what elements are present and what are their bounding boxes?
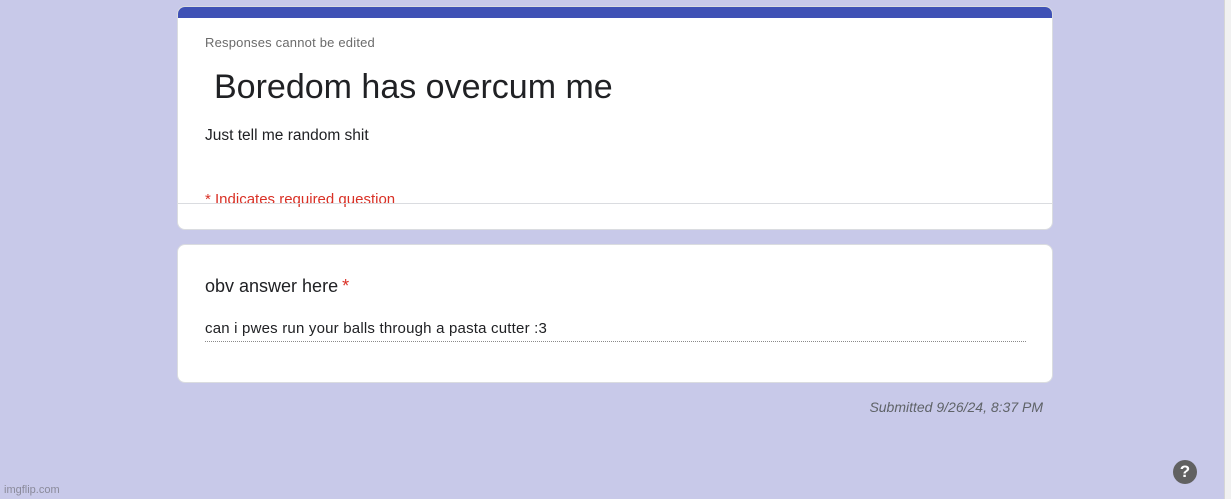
header-accent-bar bbox=[178, 7, 1052, 18]
form-description: Just tell me random shit bbox=[205, 127, 369, 144]
submitted-timestamp: Submitted 9/26/24, 8:37 PM bbox=[869, 399, 1043, 415]
answer-underline bbox=[205, 341, 1026, 342]
responses-locked-notice: Responses cannot be edited bbox=[205, 35, 375, 50]
question-card: obv answer here * can i pwes run your bal… bbox=[177, 244, 1053, 383]
form-response-page: Responses cannot be edited Boredom has o… bbox=[0, 0, 1231, 499]
imgflip-watermark: imgflip.com bbox=[4, 484, 60, 496]
form-header-card: Responses cannot be edited Boredom has o… bbox=[177, 6, 1053, 230]
scrollbar[interactable] bbox=[1224, 0, 1231, 499]
required-question-note: * Indicates required question bbox=[205, 191, 396, 208]
form-title: Boredom has overcum me bbox=[214, 68, 613, 106]
header-divider bbox=[178, 203, 1052, 204]
help-icon[interactable]: ? bbox=[1173, 460, 1197, 484]
answer-text: can i pwes run your balls through a past… bbox=[205, 320, 548, 337]
question-title: obv answer here * bbox=[205, 276, 349, 297]
question-label: obv answer here bbox=[205, 276, 339, 296]
required-asterisk: * bbox=[342, 276, 350, 296]
